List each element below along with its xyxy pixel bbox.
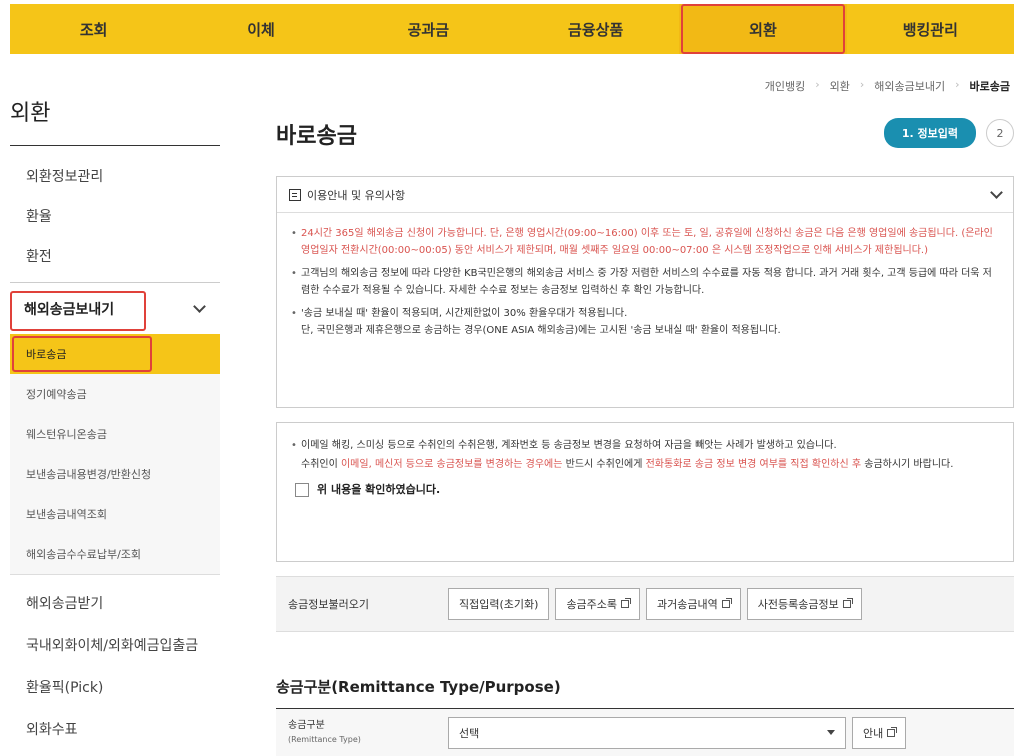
- sidebar: 외환 외환정보관리 환율 환전 해외송금보내기 바로송금 정기예약송금 웨스턴유…: [10, 95, 220, 751]
- highlight-box: [12, 336, 152, 372]
- nav-item-transfer[interactable]: 이체: [177, 4, 344, 54]
- external-link-icon: [887, 726, 898, 737]
- breadcrumb-item[interactable]: 해외송금보내기: [874, 78, 945, 94]
- button-label: 과거송금내역: [657, 598, 718, 611]
- notice-body: 24시간 365일 해외송금 신청이 가능합니다. 단, 은행 영업시간(09:…: [277, 213, 1013, 339]
- external-link-icon: [721, 598, 732, 608]
- button-label: 직접입력(초기화): [459, 598, 539, 611]
- step-next: 2: [986, 119, 1014, 147]
- sidebar-item-fx-info[interactable]: 외환정보관리: [10, 156, 220, 196]
- warning-text: 반드시 수취인에게: [562, 459, 646, 470]
- remittance-type-select[interactable]: 선택: [448, 716, 846, 749]
- sidebar-sub-item-western-union[interactable]: 웨스턴유니온송금: [10, 414, 220, 454]
- remittance-type-label: 송금구분 (Remittance Type): [276, 719, 448, 747]
- address-book-button[interactable]: 송금주소록: [555, 588, 641, 620]
- nav-item-banking-management[interactable]: 뱅킹관리: [847, 4, 1014, 54]
- warning-item: 이메일 해킹, 스미싱 등으로 수취인의 수취은행, 계좌번호 등 송금정보 변…: [291, 437, 997, 454]
- sidebar-item-domestic-fx-transfer[interactable]: 국내외화이체/외화예금입출금: [10, 625, 220, 667]
- warning-highlight: 전화통화로 송금 정보 변경 여부를 직접 확인하신 후: [645, 459, 862, 470]
- external-link-icon: [621, 598, 632, 608]
- chevron-down-icon: [193, 300, 206, 313]
- warning-item: 수취인이 이메일, 메신저 등으로 송금정보를 변경하는 경우에는 반드시 수취…: [301, 456, 997, 473]
- warning-text: 송금하시기 바랍니다.: [861, 459, 954, 470]
- notice-panel: 이용안내 및 유의사항 24시간 365일 해외송금 신청이 가능합니다. 단,…: [276, 176, 1014, 408]
- remittance-type-row: 송금구분 (Remittance Type) 선택 안내: [276, 708, 1014, 756]
- notice-line: 단, 국민은행과 제휴은행으로 송금하는 경우(ONE ASIA 해외송금)에는…: [301, 325, 781, 336]
- sidebar-item-currency-exchange[interactable]: 환전: [10, 236, 220, 276]
- sidebar-sub-item-history[interactable]: 보낸송금내역조회: [10, 494, 220, 534]
- load-label: 송금정보불러오기: [288, 598, 369, 611]
- remittance-type-label-sub: (Remittance Type): [288, 734, 361, 744]
- sidebar-item-rate-pick[interactable]: 환율픽(Pick): [10, 667, 220, 709]
- notice-title: 이용안내 및 유의사항: [307, 188, 406, 202]
- step-current: 1. 정보입력: [883, 118, 976, 148]
- notice-item: 24시간 365일 해외송금 신청이 가능합니다. 단, 은행 영업시간(09:…: [291, 225, 997, 259]
- load-remittance-info-row: 송금정보불러오기 직접입력(초기화) 송금주소록 과거송금내역 사전등록송금정보: [276, 576, 1014, 632]
- direct-input-button[interactable]: 직접입력(초기화): [448, 588, 550, 620]
- notice-header[interactable]: 이용안내 및 유의사항: [277, 177, 1013, 213]
- sidebar-sub-item-scheduled[interactable]: 정기예약송금: [10, 374, 220, 414]
- remittance-type-label-text: 송금구분: [288, 719, 325, 731]
- button-label: 안내: [863, 726, 884, 740]
- confirm-checkbox[interactable]: [295, 482, 309, 497]
- sidebar-item-fx-check[interactable]: 외화수표: [10, 709, 220, 751]
- warning-text: 수취인이: [301, 459, 341, 470]
- breadcrumb-item[interactable]: 개인뱅킹: [765, 78, 805, 94]
- notice-line: '송금 보내실 때' 환율이 적용되며, 시간제한없이 30% 환율우대가 적용…: [301, 308, 628, 319]
- chevron-down-icon[interactable]: [990, 186, 1003, 199]
- step-indicator: 1. 정보입력 2: [883, 118, 1014, 148]
- external-link-icon: [842, 598, 853, 608]
- breadcrumb-separator: ›: [859, 78, 865, 91]
- nav-item-foreign-exchange[interactable]: 외환: [679, 4, 847, 54]
- sidebar-sub-item-change-return[interactable]: 보낸송금내용변경/반환신청: [10, 454, 220, 494]
- warning-highlight: 이메일, 메신저 등으로 송금정보를 변경하는 경우에는: [340, 459, 563, 470]
- button-label: 사전등록송금정보: [757, 598, 839, 611]
- sidebar-sub-item-instant-remittance[interactable]: 바로송금: [10, 334, 220, 374]
- sidebar-group-overseas-remittance[interactable]: 해외송금보내기: [10, 282, 220, 334]
- sidebar-sub-item-fee[interactable]: 해외송금수수료납부/조회: [10, 534, 220, 574]
- notice-item: '송금 보내실 때' 환율이 적용되며, 시간제한없이 30% 환율우대가 적용…: [291, 305, 997, 339]
- guide-button[interactable]: 안내: [852, 716, 907, 749]
- section-title-remittance-type: 송금구분(Remittance Type/Purpose): [276, 678, 561, 696]
- sidebar-sub-list: 바로송금 정기예약송금 웨스턴유니온송금 보낸송금내용변경/반환신청 보낸송금내…: [10, 334, 220, 575]
- button-label: 송금주소록: [566, 598, 618, 611]
- confirm-checkbox-label: 위 내용을 확인하였습니다.: [317, 483, 441, 496]
- notice-item: 고객님의 해외송금 정보에 따라 다양한 KB국민은행의 해외송금 서비스 중 …: [291, 265, 997, 299]
- top-nav: 조회 이체 공과금 금융상품 외환 뱅킹관리: [10, 4, 1014, 54]
- nav-item-utility-bills[interactable]: 공과금: [345, 4, 512, 54]
- caret-down-icon: [827, 730, 835, 735]
- pre-registered-button[interactable]: 사전등록송금정보: [746, 588, 862, 620]
- document-icon: [289, 188, 301, 201]
- sidebar-title: 외환: [10, 95, 220, 146]
- warning-panel: 이메일 해킹, 스미싱 등으로 수취인의 수취은행, 계좌번호 등 송금정보 변…: [276, 422, 1014, 562]
- page-title: 바로송금: [276, 124, 357, 149]
- nav-item-inquiry[interactable]: 조회: [10, 4, 177, 54]
- confirm-checkbox-row[interactable]: 위 내용을 확인하였습니다.: [295, 481, 997, 498]
- highlight-box: [10, 291, 146, 331]
- sidebar-item-exchange-rate[interactable]: 환율: [10, 196, 220, 236]
- nav-item-financial-products[interactable]: 금융상품: [512, 4, 679, 54]
- breadcrumb-current: 바로송금: [969, 80, 1010, 93]
- breadcrumb: 개인뱅킹 › 외환 › 해외송금보내기 › 바로송금: [765, 78, 1010, 94]
- past-remittance-button[interactable]: 과거송금내역: [646, 588, 741, 620]
- sidebar-item-receive-remittance[interactable]: 해외송금받기: [10, 583, 220, 625]
- breadcrumb-separator: ›: [815, 78, 820, 91]
- breadcrumb-separator: ›: [955, 78, 960, 91]
- breadcrumb-item[interactable]: 외환: [830, 78, 850, 94]
- select-value: 선택: [459, 726, 480, 740]
